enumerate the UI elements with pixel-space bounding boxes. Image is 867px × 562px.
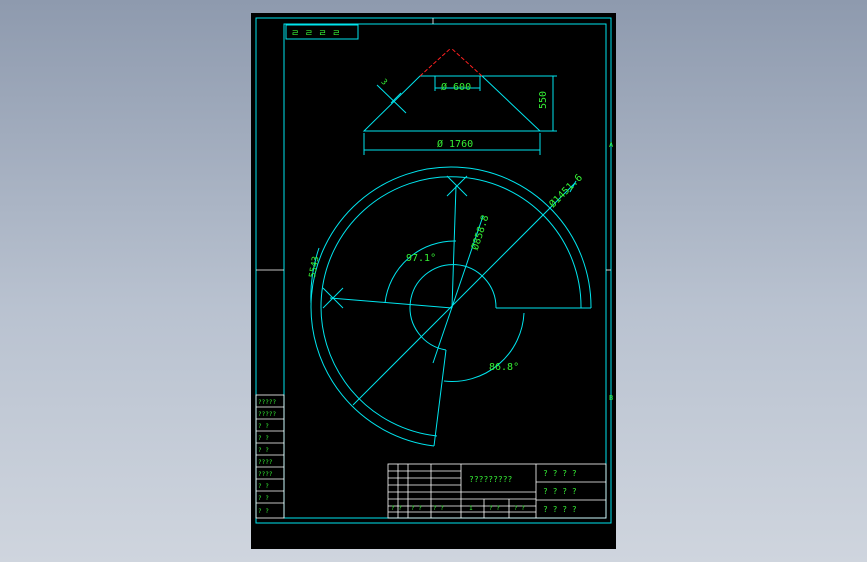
left-table-row-6: ???? bbox=[258, 459, 273, 466]
cad-drawing: A B ㄹ ㄹ ㄹ ㄹ Ø 600 550 Ø 1760 3 Ø1451.6 Ø… bbox=[255, 17, 614, 524]
slant-leader bbox=[376, 84, 407, 114]
right-cell-2: ? ? ? ? bbox=[543, 487, 577, 496]
flat-pattern-view: Ø1451.6 Ø858.8 97.1° 86.8° 5543 bbox=[308, 166, 592, 447]
bottom-cell-6: ? ? bbox=[514, 505, 525, 512]
bottom-cell-4: 1 bbox=[469, 505, 473, 512]
left-table-row-8: ? ? bbox=[258, 483, 269, 490]
slant-tick bbox=[390, 92, 402, 104]
title-strip-text: ㄹ ㄹ ㄹ ㄹ bbox=[291, 29, 340, 39]
outer-diameter-label: Ø1451.6 bbox=[547, 172, 585, 210]
apex-line-left bbox=[419, 47, 452, 77]
left-table: ????? ????? ? ? ? ? ? ? ???? ???? ? ? ? … bbox=[255, 394, 285, 519]
right-cell-1: ? ? ? ? bbox=[543, 469, 577, 478]
left-table-row-3: ? ? bbox=[258, 423, 269, 430]
apex-line-right bbox=[450, 47, 483, 77]
left-table-row-5: ? ? bbox=[258, 447, 269, 454]
left-table-row-1: ????? bbox=[258, 399, 276, 406]
bottom-cell-5: ? ? bbox=[489, 505, 500, 512]
angle-lower-label: 86.8° bbox=[489, 362, 519, 373]
inner-frame bbox=[283, 23, 607, 519]
left-table-row-9: ? ? bbox=[258, 495, 269, 502]
side-mark-label: 3 bbox=[379, 77, 389, 87]
bottom-cell-1: ? ? bbox=[391, 505, 402, 512]
drawing-name: ????????? bbox=[469, 475, 513, 484]
angle-upper-label: 97.1° bbox=[406, 253, 436, 264]
arc-length-label: 5543 bbox=[308, 256, 322, 279]
radius-to-left bbox=[329, 297, 453, 309]
inner-diameter-label: Ø858.8 bbox=[469, 214, 492, 252]
left-table-row-7: ???? bbox=[258, 471, 273, 478]
angle-arc-upper bbox=[384, 240, 457, 304]
radius-to-top bbox=[451, 185, 457, 309]
radial-edge-lower bbox=[433, 349, 447, 447]
top-diameter-label: Ø 600 bbox=[441, 81, 471, 93]
left-table-row-10: ? ? bbox=[258, 508, 269, 515]
left-table-row-2: ????? bbox=[258, 411, 276, 418]
bottom-cell-2: ? ? bbox=[411, 505, 422, 512]
sheet-marker-a: A bbox=[609, 141, 614, 149]
frustum-view: Ø 600 550 Ø 1760 3 bbox=[362, 47, 557, 155]
sheet-marker-b: B bbox=[609, 394, 613, 402]
title-block: ????????? ? ? ? ? ? ? 1 ? ? ? ? ? ? ? ? … bbox=[387, 463, 607, 519]
bottom-diameter-label: Ø 1760 bbox=[437, 138, 473, 150]
bottom-cell-3: ? ? bbox=[433, 505, 444, 512]
right-cell-3: ? ? ? ? bbox=[543, 505, 577, 514]
left-table-row-4: ? ? bbox=[258, 435, 269, 442]
height-label: 550 bbox=[538, 91, 549, 109]
drawing-sheet: A B ㄹ ㄹ ㄹ ㄹ Ø 600 550 Ø 1760 3 Ø1451.6 Ø… bbox=[251, 13, 616, 549]
